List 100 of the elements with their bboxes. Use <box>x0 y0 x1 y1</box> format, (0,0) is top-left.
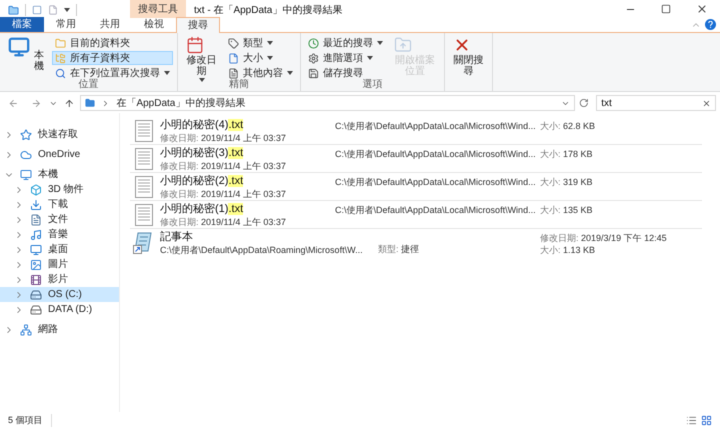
window-title: txt - 在「AppData」中的搜尋結果 <box>194 4 342 18</box>
nav-label: 下載 <box>48 198 68 212</box>
file-name: 小明的秘密(2).txt <box>160 174 244 188</box>
ribbon-group-label: 位置 <box>78 79 100 91</box>
nav-item[interactable]: 快速存取 <box>0 127 119 142</box>
help-icon[interactable] <box>705 19 716 30</box>
ribbon-large-button[interactable]: 關閉搜尋 <box>449 36 488 79</box>
nav-icon <box>30 214 42 226</box>
close-icon[interactable] <box>696 3 708 15</box>
refresh-icon[interactable] <box>578 98 588 108</box>
nav-icon <box>30 184 42 196</box>
ribbon-small-button[interactable]: 儲存搜尋 <box>305 66 386 80</box>
nav-label: 網路 <box>38 323 58 337</box>
ribbon-icon <box>8 36 30 58</box>
forward-icon[interactable] <box>30 98 42 108</box>
ribbon-tab[interactable]: 常用 <box>44 17 88 32</box>
text-file-icon <box>135 148 153 170</box>
nav-label: OneDrive <box>38 148 80 162</box>
nav-item[interactable]: OneDrive <box>0 147 119 162</box>
ribbon-small-button[interactable]: 其他內容 <box>225 66 296 80</box>
result-row[interactable]: 小明的秘密(4).txt 修改日期: 2019/11/4 上午 03:37 C:\使用者\Default\AppData\Local\Microsoft\Wind... 大小: 62.8 KB <box>130 117 702 145</box>
file-name: 小明的秘密(4).txt <box>160 118 244 132</box>
nav-icon <box>20 148 32 160</box>
ribbon-tab[interactable]: 共用 <box>88 17 132 32</box>
ribbon-small-button[interactable]: 所有子資料夾 <box>52 51 173 65</box>
nav-label: 本機 <box>38 168 58 182</box>
modified-date: 修改日期: 2019/11/4 上午 03:37 <box>160 216 287 228</box>
nav-icon <box>30 274 42 286</box>
file-path: C:\使用者\Default\AppData\Local\Microsoft\Wind... <box>335 176 536 188</box>
nav-item[interactable]: 3D 物件 <box>0 182 119 197</box>
nav-label: 圖片 <box>48 258 68 272</box>
result-row[interactable]: 小明的秘密(1).txt 修改日期: 2019/11/4 上午 03:37 C:\使用者\Default\AppData\Local\Microsoft\Wind... 大小: 135 KB <box>130 201 702 229</box>
nav-item[interactable]: 下載 <box>0 197 119 212</box>
file-size: 大小: 319 KB <box>540 176 593 188</box>
result-row[interactable]: 小明的秘密(2).txt 修改日期: 2019/11/4 上午 03:37 C:\使用者\Default\AppData\Local\Microsoft\Wind... 大小: 319 KB <box>130 173 702 201</box>
nav-icon <box>20 324 32 336</box>
file-size: 大小: 178 KB <box>540 148 593 160</box>
ribbon-icon <box>228 38 239 48</box>
result-row[interactable]: 小明的秘密(3).txt 修改日期: 2019/11/4 上午 03:37 C:\使用者\Default\AppData\Local\Microsoft\Wind... 大小: 178 KB <box>130 145 702 173</box>
address-path: 在「AppData」中的搜尋結果 <box>116 96 246 110</box>
ribbon-tab[interactable]: 搜尋 <box>176 17 220 33</box>
nav-item[interactable]: DATA (D:) <box>0 302 119 317</box>
ribbon-small-button[interactable]: 大小 <box>225 51 296 65</box>
file-type: 類型: 捷徑 <box>378 243 420 255</box>
nav-icon <box>30 304 42 316</box>
ribbon-group-label: 精簡 <box>228 79 250 91</box>
maximize-icon[interactable] <box>661 4 671 14</box>
file-name: 小明的秘密(3).txt <box>160 146 244 160</box>
ribbon-icon <box>394 36 412 54</box>
nav-item[interactable]: 音樂 <box>0 227 119 242</box>
nav-item[interactable]: 本機 <box>0 167 119 182</box>
ribbon-icon <box>186 36 204 54</box>
ribbon-icon <box>55 52 66 64</box>
nav-label: OS (C:) <box>48 288 82 302</box>
back-icon[interactable] <box>8 98 19 108</box>
ribbon-large-button[interactable]: 本機 <box>4 36 48 79</box>
result-row[interactable]: 記事本 C:\使用者\Default\AppData\Roaming\Microsoft\W... 類型: 捷徑 修改日期: 2019/3/19 下午 12:45 大小: 1.13 KB <box>130 229 702 257</box>
clear-search-icon[interactable] <box>702 98 711 108</box>
item-count: 5 個項目 <box>8 414 52 428</box>
nav-icon <box>20 128 32 140</box>
nav-label: 3D 物件 <box>48 183 84 197</box>
details-view-icon[interactable] <box>686 415 697 426</box>
caret-icon <box>64 8 70 12</box>
ribbon-group-label: 選項 <box>362 79 384 91</box>
nav-item[interactable]: 網路 <box>0 322 119 337</box>
file-size: 大小: 62.8 KB <box>540 120 596 132</box>
ribbon-icon <box>308 38 319 48</box>
ribbon-tab[interactable]: 檔案 <box>0 17 44 32</box>
nav-icon <box>30 228 42 240</box>
ribbon-small-button[interactable]: 類型 <box>225 36 296 50</box>
ribbon-large-button[interactable]: 修改日期 <box>182 36 221 79</box>
nav-label: DATA (D:) <box>48 303 92 317</box>
file-size: 大小: 135 KB <box>540 204 593 216</box>
nav-item[interactable]: 文件 <box>0 212 119 227</box>
address-field[interactable]: 在「AppData」中的搜尋結果 <box>80 95 575 111</box>
nav-item[interactable]: 影片 <box>0 272 119 287</box>
nav-item[interactable]: 桌面 <box>0 242 119 257</box>
file-path: C:\使用者\Default\AppData\Local\Microsoft\Wind... <box>335 148 536 160</box>
up-icon[interactable] <box>64 98 74 108</box>
ribbon-small-button[interactable]: 進階選項 <box>305 51 386 65</box>
nav-label: 影片 <box>48 272 68 287</box>
nav-item[interactable]: OS (C:) <box>0 287 119 302</box>
ribbon-small-button[interactable]: 目前的資料夾 <box>52 36 173 50</box>
ribbon-tab[interactable]: 檢視 <box>132 17 176 32</box>
ribbon-icon <box>308 68 319 78</box>
ribbon-small-button[interactable]: 在下列位置再次搜尋 <box>52 66 173 80</box>
file-path: C:\使用者\Default\AppData\Local\Microsoft\Wind... <box>335 120 536 132</box>
folder-icon[interactable] <box>8 4 19 16</box>
search-field[interactable]: txt <box>596 95 716 111</box>
file-path: C:\使用者\Default\AppData\Local\Microsoft\Wind... <box>335 204 536 216</box>
ribbon-small-button[interactable]: 最近的搜尋 <box>305 36 386 50</box>
file-name: 小明的秘密(1).txt <box>160 202 244 216</box>
nav-icon <box>30 244 42 256</box>
ribbon-icon <box>228 52 239 64</box>
text-file-icon <box>135 176 153 198</box>
search-value: txt <box>601 96 613 110</box>
nav-item[interactable]: 圖片 <box>0 257 119 272</box>
ribbon-icon <box>228 68 239 78</box>
text-file-icon <box>135 204 153 226</box>
large-icons-view-icon[interactable] <box>701 415 712 426</box>
